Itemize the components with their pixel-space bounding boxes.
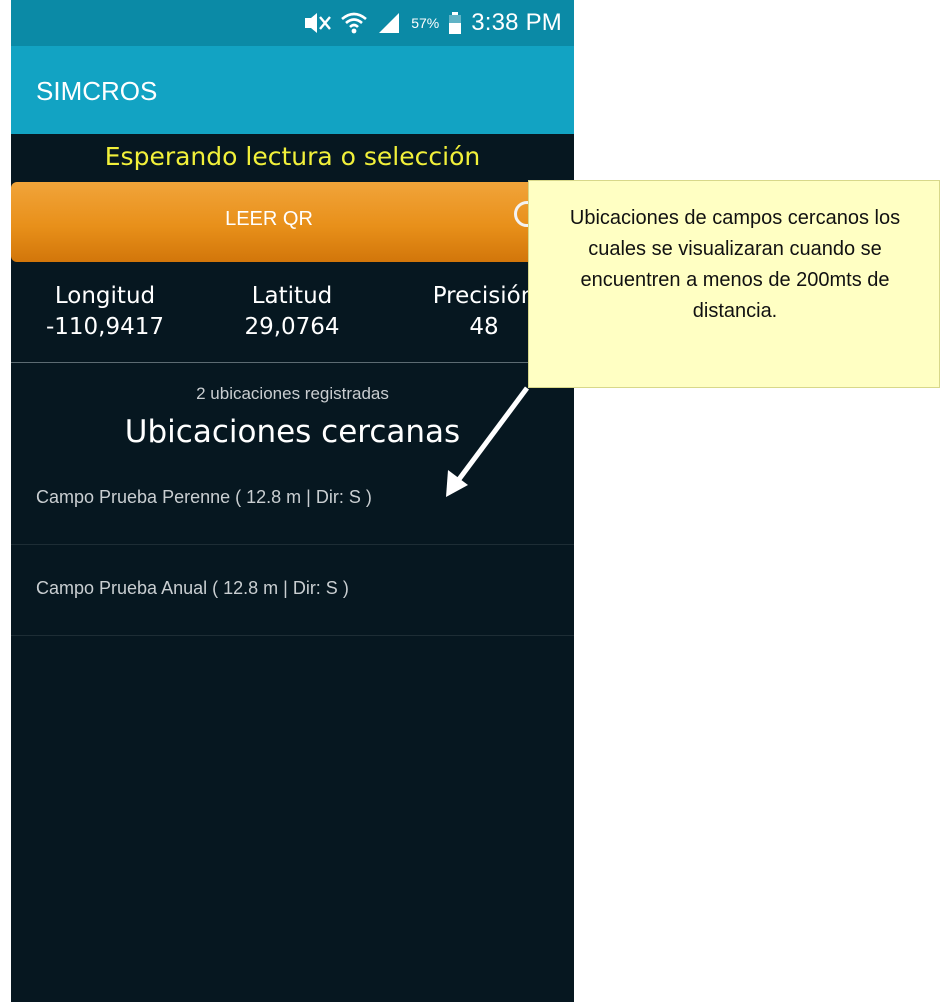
- latitude-block: Latitud 29,0764: [207, 282, 377, 344]
- latitude-label: Latitud: [251, 283, 333, 309]
- list-item-label: Campo Prueba Perenne ( 12.8 m | Dir: S ): [36, 487, 372, 507]
- longitude-block: Longitud -110,9417: [20, 282, 190, 344]
- scan-qr-label: LEER QR: [225, 208, 313, 230]
- longitude-label: Longitud: [54, 283, 156, 309]
- list-item[interactable]: Campo Prueba Perenne ( 12.8 m | Dir: S ): [11, 454, 574, 545]
- app-bar: SIMCROS: [11, 46, 574, 134]
- battery-icon: [449, 12, 462, 34]
- coordinates-panel: Longitud -110,9417 Latitud 29,0764 Preci…: [11, 282, 574, 360]
- status-message: Esperando lectura o selección: [104, 142, 481, 171]
- annotation-callout: Ubicaciones de campos cercanos los cuale…: [528, 180, 940, 388]
- divider: [11, 362, 574, 363]
- app-title: SIMCROS: [36, 76, 158, 106]
- nearby-locations-title: Ubicaciones cercanas: [124, 414, 461, 450]
- signal-icon: [377, 12, 401, 34]
- scan-qr-button[interactable]: LEER QR: [11, 182, 574, 262]
- battery-percent: 57%: [411, 15, 440, 31]
- phone-screen: 57% 3:38 PM SIMCROS Esperando lectura o …: [11, 0, 574, 1002]
- locations-count: 2 ubicaciones registradas: [196, 384, 389, 403]
- status-bar: 57% 3:38 PM: [11, 0, 574, 46]
- status-icons: 57% 3:38 PM: [303, 8, 562, 38]
- longitude-value: -110,9417: [45, 314, 165, 340]
- latitude-value: 29,0764: [244, 314, 340, 340]
- mute-icon: [303, 12, 332, 34]
- list-item[interactable]: Campo Prueba Anual ( 12.8 m | Dir: S ): [11, 545, 574, 636]
- clock: 3:38 PM: [471, 9, 562, 36]
- wifi-icon: [341, 12, 368, 34]
- annotation-text: Ubicaciones de campos cercanos los cuale…: [569, 207, 901, 322]
- list-item-label: Campo Prueba Anual ( 12.8 m | Dir: S ): [36, 578, 349, 598]
